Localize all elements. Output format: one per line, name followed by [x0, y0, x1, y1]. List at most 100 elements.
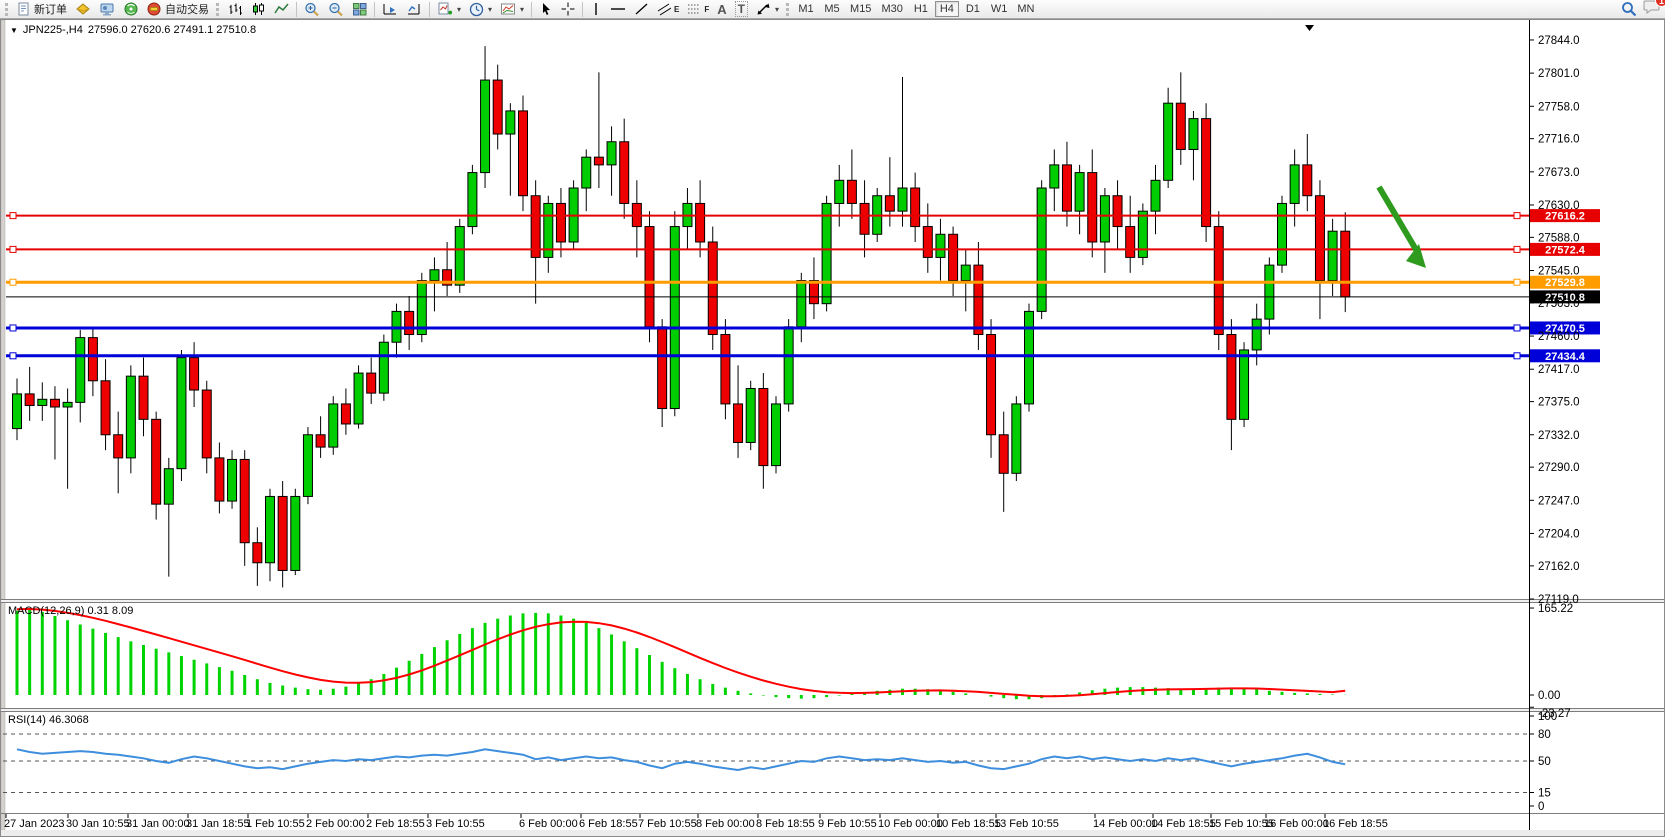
- price-tick-label: 27332.0: [1538, 430, 1580, 442]
- rsi-tick-label: 100: [1538, 711, 1557, 723]
- level-anchor[interactable]: [10, 246, 16, 252]
- level-anchor[interactable]: [1514, 246, 1520, 252]
- autotrading-button[interactable]: 自动交易: [143, 1, 213, 18]
- zoom-in-icon: [304, 2, 320, 17]
- zoom-in-button[interactable]: [300, 1, 324, 18]
- candle[interactable]: [1164, 88, 1173, 188]
- candle[interactable]: [291, 489, 300, 575]
- candle[interactable]: [721, 319, 730, 419]
- candle-body: [50, 399, 59, 407]
- candle[interactable]: [1202, 103, 1211, 242]
- candle-body: [885, 196, 894, 211]
- templates-button[interactable]: ▾: [496, 1, 528, 18]
- candle[interactable]: [228, 450, 237, 509]
- level-anchor[interactable]: [1514, 279, 1520, 285]
- channel-tool-button[interactable]: E: [653, 1, 683, 18]
- candle[interactable]: [708, 227, 717, 350]
- candle[interactable]: [303, 427, 312, 504]
- line-chart-mode-button[interactable]: [270, 1, 293, 18]
- candle[interactable]: [1138, 203, 1147, 265]
- cursor-icon: [539, 2, 553, 16]
- timeframe-button-m1[interactable]: M1: [794, 1, 818, 17]
- tile-windows-button[interactable]: [348, 1, 371, 18]
- level-anchor[interactable]: [1514, 325, 1520, 331]
- candle[interactable]: [670, 211, 679, 416]
- candle-body: [1315, 196, 1324, 281]
- autotrading-icon: [147, 2, 162, 16]
- candle[interactable]: [379, 335, 388, 401]
- chart-collapse-icon[interactable]: ▼: [10, 26, 18, 35]
- text-tool-button[interactable]: A: [713, 1, 730, 18]
- candle[interactable]: [468, 165, 477, 234]
- candle-body: [1012, 404, 1021, 473]
- add-indicator-button[interactable]: ▾: [433, 1, 465, 18]
- date-label: 7 Feb 10:55: [638, 818, 697, 830]
- timeframe-button-w1[interactable]: W1: [987, 1, 1012, 17]
- candlestick-mode-button[interactable]: [247, 1, 270, 18]
- terminal-button[interactable]: [95, 1, 119, 18]
- candle[interactable]: [746, 381, 755, 450]
- candle[interactable]: [772, 396, 781, 473]
- timeframe-button-h1[interactable]: H1: [909, 1, 933, 17]
- arrows-tool-button[interactable]: ▾: [752, 1, 783, 18]
- level-anchor[interactable]: [1514, 353, 1520, 359]
- candle-body: [734, 404, 743, 443]
- trendline-tool-button[interactable]: [630, 1, 653, 18]
- label-tool-button[interactable]: T: [731, 1, 752, 18]
- periods-button[interactable]: ▾: [465, 1, 496, 18]
- candle[interactable]: [1025, 304, 1034, 412]
- candle-body: [835, 180, 844, 203]
- date-label: 10 Feb 00:00: [878, 818, 943, 830]
- candle[interactable]: [1278, 196, 1287, 273]
- candle[interactable]: [1012, 396, 1021, 481]
- candle-body: [1290, 165, 1299, 204]
- cursor-tool-button[interactable]: [535, 1, 557, 18]
- timeframe-button-m15[interactable]: M15: [846, 1, 875, 17]
- metaeditor-button[interactable]: [71, 1, 95, 18]
- chart-shift-button[interactable]: [402, 1, 426, 18]
- timeframe-button-h4[interactable]: H4: [935, 1, 959, 17]
- candle-body: [784, 327, 793, 404]
- horizontal-line-tool-button[interactable]: [606, 1, 630, 18]
- timeframe-button-mn[interactable]: MN: [1013, 1, 1038, 17]
- candle[interactable]: [177, 350, 186, 481]
- price-tick-label: 27545.0: [1538, 266, 1580, 278]
- new-order-button[interactable]: 新订单: [13, 1, 71, 18]
- candle-body: [936, 234, 945, 257]
- timeframe-button-m5[interactable]: M5: [820, 1, 844, 17]
- fibonacci-icon: [687, 2, 701, 16]
- level-anchor[interactable]: [10, 353, 16, 359]
- level-anchor[interactable]: [10, 213, 16, 219]
- zoom-out-button[interactable]: [324, 1, 348, 18]
- candle[interactable]: [152, 412, 161, 520]
- level-anchor[interactable]: [1514, 213, 1520, 219]
- label-tool-label: T: [735, 1, 748, 17]
- chart-canvas[interactable]: 27616.227572.427529.827510.827470.527434…: [1, 20, 1664, 836]
- bar-chart-mode-button[interactable]: [224, 1, 247, 18]
- level-anchor[interactable]: [10, 325, 16, 331]
- price-tick-label: 27204.0: [1538, 528, 1580, 540]
- fibonacci-tool-button[interactable]: F: [683, 1, 713, 18]
- candle[interactable]: [822, 196, 831, 312]
- candle[interactable]: [784, 319, 793, 412]
- candle[interactable]: [645, 211, 654, 342]
- timeframe-button-d1[interactable]: D1: [961, 1, 985, 17]
- candle-body: [1189, 119, 1198, 150]
- signals-button[interactable]: [119, 1, 143, 18]
- crosshair-tool-button[interactable]: [557, 1, 579, 18]
- level-anchor[interactable]: [10, 279, 16, 285]
- timeframe-button-m30[interactable]: M30: [877, 1, 906, 17]
- candle[interactable]: [329, 396, 338, 455]
- autotrading-label: 自动交易: [165, 1, 209, 17]
- candle-body: [772, 404, 781, 466]
- candle-body: [114, 435, 123, 458]
- auto-scroll-button[interactable]: [378, 1, 402, 18]
- candle[interactable]: [519, 95, 528, 211]
- search-icon[interactable]: [1621, 1, 1637, 17]
- candle[interactable]: [354, 365, 363, 428]
- candle-body: [1341, 231, 1350, 297]
- candle[interactable]: [126, 365, 135, 473]
- vertical-line-tool-button[interactable]: [586, 1, 606, 18]
- notifications-button[interactable]: 1: [1643, 0, 1661, 19]
- new-order-icon: [17, 2, 31, 16]
